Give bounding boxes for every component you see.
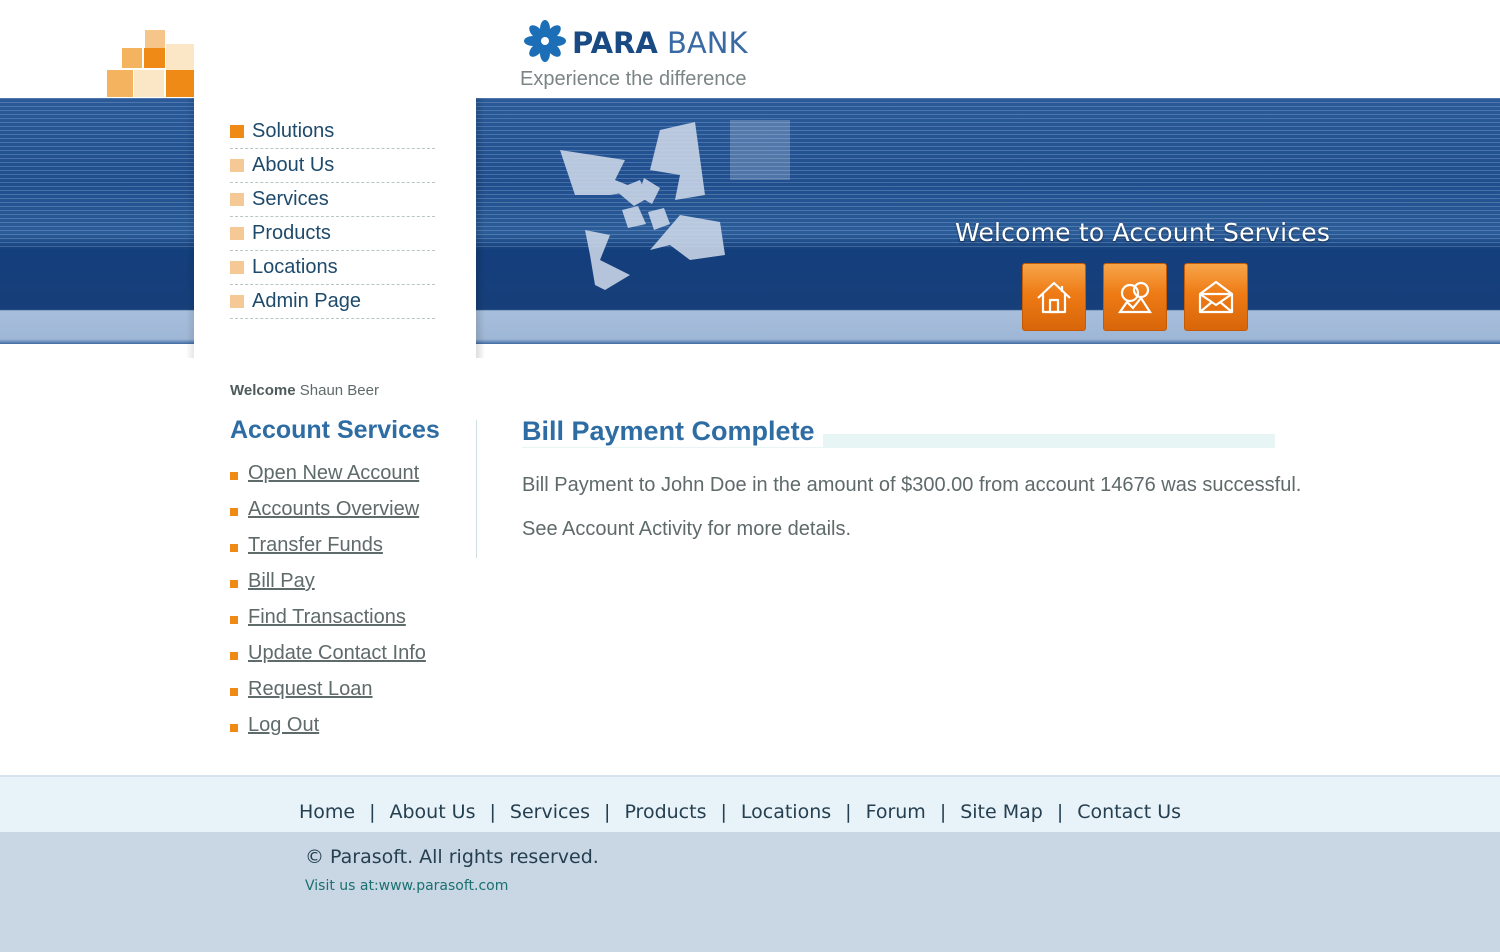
- footer-separator: |: [489, 801, 496, 823]
- link-bullet: [230, 508, 238, 516]
- footer-link-forum[interactable]: Forum: [866, 801, 926, 823]
- link-label: Log Out: [248, 714, 320, 736]
- menu-bullet-active: [230, 125, 244, 138]
- welcome-banner-text: Welcome to Account Services: [955, 218, 1331, 247]
- footer-link-site-map[interactable]: Site Map: [960, 801, 1043, 823]
- menu-bullet: [230, 227, 244, 240]
- menu-bullet: [230, 193, 244, 206]
- footer-separator: |: [369, 801, 376, 823]
- footer-separator: |: [939, 801, 947, 823]
- brand-name-bold: PARA: [572, 26, 658, 60]
- flower-logo-icon: [524, 20, 566, 62]
- link-bullet: [230, 616, 238, 624]
- link-bullet: [230, 472, 238, 480]
- menu-item-about-us[interactable]: About Us: [230, 148, 435, 183]
- footer-separator: |: [720, 801, 727, 823]
- footer-separator: |: [604, 801, 611, 823]
- link-bullet: [230, 652, 238, 660]
- menu-item-solutions[interactable]: Solutions: [230, 114, 435, 149]
- link-label: Bill Pay: [248, 570, 315, 592]
- footer-nav: Home | About Us | Services | Products | Location…: [0, 801, 1480, 823]
- link-label: Request Loan: [248, 678, 373, 700]
- payment-confirmation-message: Bill Payment to John Doe in the amount o…: [522, 474, 1302, 496]
- footer-bottom: [0, 832, 1500, 952]
- panel-shadow-right: [475, 98, 485, 358]
- link-label: Transfer Funds: [248, 534, 383, 556]
- link-label: Open New Account: [248, 462, 420, 484]
- menu-bullet: [230, 159, 244, 172]
- menu-bullet: [230, 261, 244, 274]
- menu-item-label: About Us: [252, 154, 335, 176]
- about-button[interactable]: [1103, 263, 1167, 331]
- menu-item-locations[interactable]: Locations: [230, 250, 435, 285]
- brand-tagline: Experience the difference: [520, 68, 747, 90]
- menu-item-admin-page[interactable]: Admin Page: [230, 284, 435, 319]
- menu-item-products[interactable]: Products: [230, 216, 435, 251]
- link-bullet: [230, 580, 238, 588]
- vertical-divider: [476, 420, 477, 558]
- link-label: Accounts Overview: [248, 498, 420, 520]
- menu-item-services[interactable]: Services: [230, 182, 435, 217]
- envelope-icon: [1198, 280, 1234, 314]
- puzzle-graphic-icon: [560, 120, 790, 290]
- contact-button[interactable]: [1184, 263, 1248, 331]
- menu-bullet: [230, 295, 244, 308]
- welcome-user: Welcome Shaun Beer: [230, 382, 379, 399]
- link-label: Update Contact Info: [248, 642, 426, 664]
- footer-link-products[interactable]: Products: [624, 801, 706, 823]
- welcome-label: Welcome: [230, 382, 296, 399]
- footer-link-contact-us[interactable]: Contact Us: [1077, 801, 1181, 823]
- link-bullet: [230, 724, 238, 732]
- brand-name-light: BANK: [667, 26, 748, 60]
- footer-separator: |: [1056, 801, 1064, 823]
- account-activity-note: See Account Activity for more details.: [522, 518, 852, 540]
- footer-link-locations[interactable]: Locations: [741, 801, 831, 823]
- brand-name: PARA BANK: [572, 26, 747, 60]
- contact-people-icon: [1117, 281, 1153, 314]
- footer-link-about-us[interactable]: About Us: [389, 801, 475, 823]
- link-bullet: [230, 688, 238, 696]
- footer-link-services[interactable]: Services: [510, 801, 590, 823]
- menu-item-label: Products: [252, 222, 331, 244]
- footer-separator: |: [845, 801, 852, 823]
- home-icon: [1037, 281, 1071, 314]
- menu-item-label: Solutions: [252, 120, 335, 142]
- user-name: Shaun Beer: [299, 382, 379, 399]
- page-title: Bill Payment Complete: [522, 416, 823, 447]
- copyright-text: © Parasoft. All rights reserved.: [305, 846, 599, 868]
- footer-link-home[interactable]: Home: [299, 801, 355, 823]
- home-button[interactable]: [1022, 263, 1086, 331]
- visit-parasoft-link[interactable]: Visit us at:www.parasoft.com: [305, 878, 508, 894]
- menu-item-label: Locations: [252, 256, 338, 278]
- menu-item-label: Admin Page: [252, 290, 361, 312]
- menu-item-label: Services: [252, 188, 329, 210]
- link-bullet: [230, 544, 238, 552]
- link-label: Find Transactions: [248, 606, 406, 628]
- account-services-title: Account Services: [230, 416, 440, 444]
